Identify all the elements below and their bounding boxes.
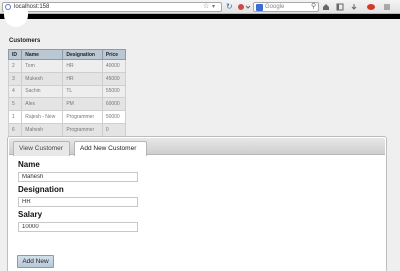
cell-designation: PM [62,97,103,112]
cell-name: Sachin [21,84,64,99]
customer-tabs-panel: View Customer Add New Customer Name Desi… [7,136,387,271]
tab-add-new-customer[interactable]: Add New Customer [74,141,147,156]
page-title: Customers [9,38,41,44]
address-bar[interactable]: localhost:158 ☆ ▾ [2,2,222,12]
column-header-price: Price [101,49,127,60]
cell-id: 5 [7,97,23,112]
cell-name: Rajesh - New [21,110,64,124]
column-header-name: Name [21,49,64,60]
table-row[interactable]: 1 Rajesh - New Programmer 50000 [7,110,127,124]
cell-name: Mukesh [21,71,64,86]
table-row[interactable]: 5 Alex PM 60000 [7,97,127,112]
address-text: localhost:158 [14,4,50,10]
bookmark-star-icon[interactable]: ☆ [203,2,209,12]
globe-icon [5,4,11,10]
cell-name: Alex [21,97,64,112]
cell-price: 45000 [101,71,127,86]
addon-icon[interactable] [237,3,245,11]
name-field[interactable] [18,172,138,182]
browser-toolbar: localhost:158 ☆ ▾ ↻ Google ⚲ [0,0,400,14]
cell-designation: Programmer [62,122,103,137]
table-row[interactable]: 4 Sachin TL 55000 [7,84,127,99]
cell-designation: TL [62,84,103,99]
table-header-row: ID Name Designation Price [7,49,127,60]
cell-price: 55000 [101,84,127,99]
cell-id: 3 [7,71,23,86]
cell-designation: Programmer [62,110,103,124]
cell-price: 0 [101,122,127,137]
page-content: Customers ID Name Designation Price 2 To… [0,11,400,271]
customers-table: ID Name Designation Price 2 Tom HR 40000… [7,49,127,137]
table-row[interactable]: 2 Tom HR 40000 [7,59,127,73]
reload-icon[interactable]: ↻ [226,2,233,12]
tab-view-customer[interactable]: View Customer [13,141,70,156]
table-row[interactable]: 3 Mukesh HR 45000 [7,71,127,86]
search-bar[interactable]: Google ⚲ [253,2,319,12]
history-dropdown-icon[interactable]: ▾ [212,2,215,12]
salary-label: Salary [18,210,43,219]
cell-id: 2 [7,59,23,73]
cell-designation: HR [62,71,103,86]
cell-name: Mahesh [21,122,64,137]
name-label: Name [18,160,40,169]
designation-field[interactable] [18,197,138,207]
download-icon[interactable] [350,3,358,11]
cell-price: 40000 [101,59,127,73]
add-new-button[interactable]: Add New [17,255,54,268]
menu-icon[interactable] [383,3,391,11]
logo [4,11,28,27]
cell-price: 60000 [101,97,127,112]
home-icon[interactable] [322,3,330,11]
cell-id: 1 [7,110,23,124]
designation-label: Designation [18,185,64,194]
column-header-designation: Designation [62,49,103,60]
salary-field[interactable] [18,222,138,232]
cell-price: 50000 [101,110,127,124]
search-icon[interactable]: ⚲ [311,2,316,12]
column-header-id: ID [7,49,23,60]
tabs-header: View Customer Add New Customer [9,138,385,156]
table-row[interactable]: 6 Mahesh Programmer 0 [7,122,127,137]
cell-id: 6 [7,122,23,137]
search-placeholder: Google [265,4,285,10]
cell-designation: HR [62,59,103,73]
cell-name: Tom [21,59,64,73]
addon-dropdown-icon[interactable] [245,3,251,11]
google-search-icon [256,4,263,11]
bookmarks-icon[interactable] [336,3,344,11]
cell-id: 4 [7,84,23,99]
firebug-icon[interactable] [366,3,376,11]
